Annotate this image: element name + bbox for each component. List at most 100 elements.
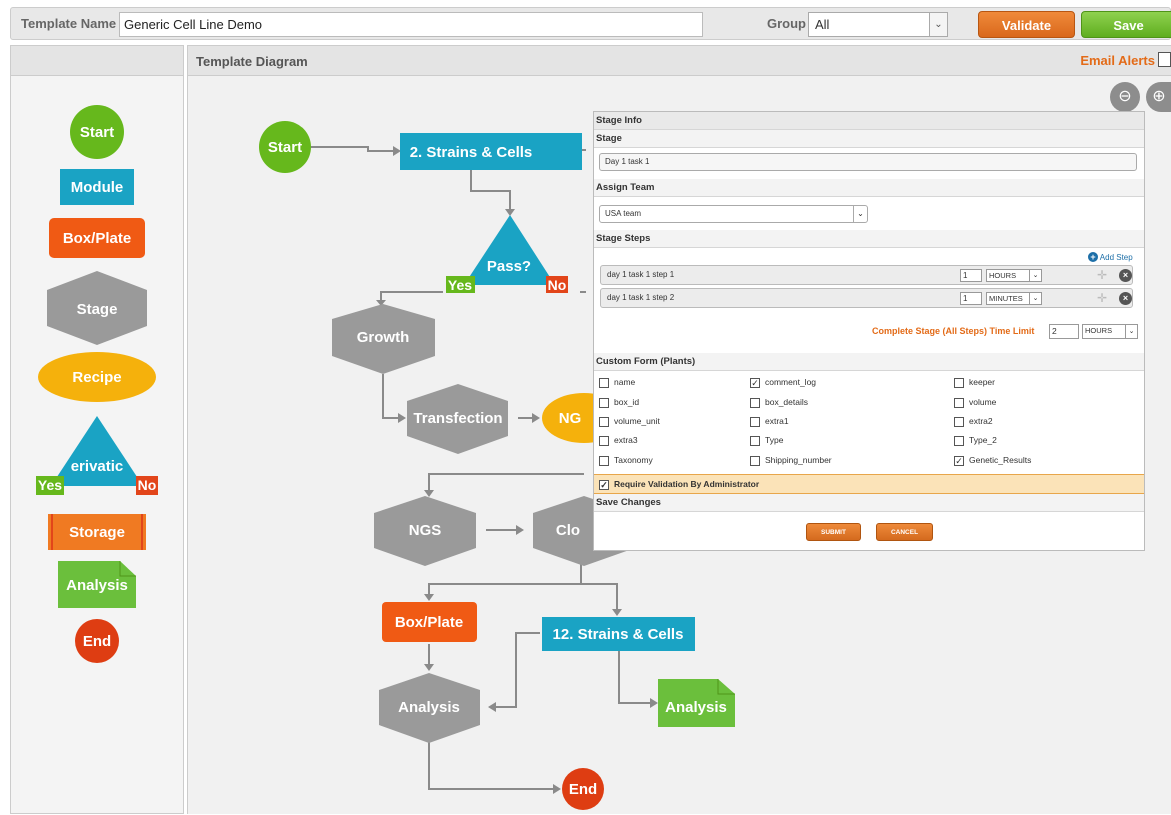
step-1-name: day 1 task 1 step 1 — [607, 270, 675, 279]
field-label: Taxonomy — [614, 455, 653, 465]
field-checkbox-extra3[interactable]: extra3 — [599, 435, 638, 446]
node-pass-label: Pass? — [487, 258, 531, 275]
field-checkbox-type-2[interactable]: Type_2 — [954, 435, 997, 446]
step-2-unit-select[interactable]: MINUTES ⌄ — [986, 292, 1042, 305]
time-limit-label: Complete Stage (All Steps) Time Limit — [872, 326, 1035, 336]
checkbox-box — [599, 416, 609, 427]
node-transfection[interactable]: Transfection — [407, 384, 508, 454]
field-checkbox-keeper[interactable]: keeper — [954, 377, 995, 388]
field-label: extra2 — [969, 416, 993, 426]
group-select[interactable]: All ⌄ — [808, 12, 948, 37]
template-name-label: Template Name — [21, 16, 117, 31]
node-analysis-stage-label: Analysis — [398, 699, 460, 716]
validate-button[interactable]: Validate — [978, 11, 1075, 38]
node-strains-cells-2[interactable]: 2. Strains & Cells — [400, 133, 582, 170]
field-checkbox-type[interactable]: Type — [750, 435, 783, 446]
require-validation-row[interactable]: ✓ Require Validation By Administrator — [594, 474, 1144, 494]
node-ngs[interactable]: NGS — [374, 496, 476, 566]
stage-name-input[interactable]: Day 1 task 1 — [599, 153, 1137, 171]
checkbox-box — [954, 397, 964, 408]
palette-end[interactable]: End — [75, 619, 119, 663]
palette-start[interactable]: Start — [70, 105, 124, 159]
move-handle-icon[interactable]: ✛ — [1095, 291, 1109, 305]
field-checkbox-volume[interactable]: volume — [954, 397, 996, 408]
assign-team-label: Assign Team — [594, 179, 1144, 197]
zoom-out-icon[interactable]: ⊖ — [1110, 82, 1140, 112]
node-strains-cells-12[interactable]: 12. Strains & Cells — [542, 617, 695, 651]
group-label: Group — [767, 16, 806, 31]
require-validation-checkbox[interactable]: ✓ Require Validation By Administrator — [599, 479, 759, 490]
field-label: box_details — [765, 397, 809, 407]
field-checkbox-volume-unit[interactable]: volume_unit — [599, 416, 660, 427]
stage-step-row-1[interactable]: day 1 task 1 step 1 1 HOURS ⌄ ✛ × — [600, 265, 1133, 285]
palette-module-label: Module — [71, 179, 124, 196]
palette-recipe[interactable]: Recipe — [38, 352, 156, 402]
palette-stage[interactable]: Stage — [47, 271, 147, 345]
palette-module[interactable]: Module — [60, 169, 134, 205]
node-boxplate[interactable]: Box/Plate — [382, 602, 477, 642]
step-1-unit-select[interactable]: HOURS ⌄ — [986, 269, 1042, 282]
zoom-in-icon[interactable]: ⊕ — [1146, 82, 1171, 112]
chevron-down-icon: ⌄ — [1029, 293, 1041, 304]
checkbox-box — [750, 455, 760, 466]
chevron-down-icon: ⌄ — [1125, 325, 1137, 338]
node-end-label: End — [569, 781, 597, 798]
node-analysis-doc-label: Analysis — [665, 699, 727, 716]
palette-header — [11, 46, 183, 76]
field-checkbox-genetic-results[interactable]: ✓ Genetic_Results — [954, 455, 1031, 466]
checkbox-box — [599, 455, 609, 466]
connector-clo-strains12 — [581, 583, 618, 609]
palette-boxplate[interactable]: Box/Plate — [49, 218, 145, 258]
node-start-label: Start — [268, 139, 302, 156]
template-toolbar: Template Name Generic Cell Line Demo Gro… — [10, 7, 1171, 40]
chevron-down-icon: ⌄ — [1029, 270, 1041, 281]
canvas-title: Template Diagram — [196, 54, 308, 69]
field-checkbox-comment-log[interactable]: ✓ comment_log — [750, 377, 816, 388]
time-limit-unit-select[interactable]: HOURS ⌄ — [1082, 324, 1138, 339]
require-validation-label: Require Validation By Administrator — [614, 479, 760, 489]
palette-yes-label: Yes — [38, 477, 62, 493]
chevron-down-icon: ⌄ — [929, 13, 947, 36]
node-analysis-doc[interactable]: Analysis — [658, 679, 735, 727]
palette-decision[interactable]: erivatic Yes No — [36, 416, 158, 495]
group-select-value: All — [815, 17, 830, 32]
move-handle-icon[interactable]: ✛ — [1095, 268, 1109, 282]
remove-step-icon[interactable]: × — [1119, 292, 1132, 305]
palette-shapes: Start Module Box/Plate Stage Recipe eriv… — [36, 105, 158, 663]
field-checkbox-box-id[interactable]: box_id — [599, 397, 639, 408]
time-limit-input[interactable]: 2 — [1049, 324, 1079, 339]
cancel-button[interactable]: CANCEL — [876, 523, 933, 541]
step-1-unit-value: HOURS — [989, 271, 1017, 280]
field-checkbox-extra2[interactable]: extra2 — [954, 416, 993, 427]
step-2-qty-input[interactable]: 1 — [960, 292, 982, 305]
add-icon: + — [1088, 252, 1098, 262]
checkmark-icon: ✓ — [954, 455, 964, 466]
step-1-qty-input[interactable]: 1 — [960, 269, 982, 282]
submit-button[interactable]: SUBMIT — [806, 523, 861, 541]
save-button[interactable]: Save — [1081, 11, 1171, 38]
remove-step-icon[interactable]: × — [1119, 269, 1132, 282]
node-analysis-stage[interactable]: Analysis — [379, 673, 480, 743]
node-start[interactable]: Start — [259, 121, 311, 173]
connector-growth-transfection — [382, 374, 398, 419]
connector-clo-boxplate — [428, 561, 582, 594]
field-checkbox-name[interactable]: name — [599, 377, 635, 388]
canvas-header: Template Diagram Email Alerts — [188, 46, 1171, 76]
palette-boxplate-label: Box/Plate — [63, 230, 131, 247]
field-checkbox-taxonomy[interactable]: Taxonomy — [599, 455, 653, 466]
palette-storage[interactable]: Storage — [48, 514, 146, 550]
node-pass-decision[interactable]: Pass? Yes No — [446, 215, 568, 293]
node-end[interactable]: End — [562, 768, 604, 810]
field-checkbox-extra1[interactable]: extra1 — [750, 416, 789, 427]
stage-step-row-2[interactable]: day 1 task 1 step 2 1 MINUTES ⌄ ✛ × — [600, 288, 1133, 308]
team-select[interactable]: USA team ⌄ — [599, 205, 868, 223]
palette-start-label: Start — [80, 124, 114, 141]
email-alerts-checkbox[interactable] — [1158, 52, 1171, 67]
palette-analysis[interactable]: Analysis — [58, 561, 136, 608]
template-name-input[interactable]: Generic Cell Line Demo — [119, 12, 703, 37]
field-checkbox-box-details[interactable]: box_details — [750, 397, 808, 408]
add-step-button[interactable]: + Add Step — [1088, 252, 1133, 262]
node-growth[interactable]: Growth — [332, 304, 435, 374]
palette-no-label: No — [138, 477, 157, 493]
field-checkbox-shipping-number[interactable]: Shipping_number — [750, 455, 832, 466]
